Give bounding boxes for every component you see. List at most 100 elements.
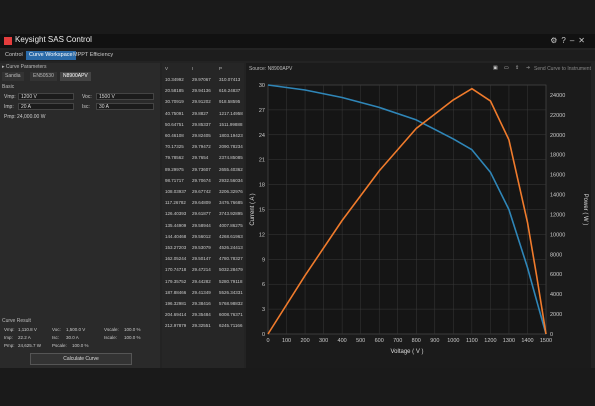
- calculate-curve-button[interactable]: Calculate Curve: [30, 353, 132, 365]
- table-cell[interactable]: 70.17325: [165, 144, 191, 149]
- table-cell[interactable]: 4268.61963: [219, 234, 243, 239]
- table-cell[interactable]: 2090.78234: [219, 144, 243, 149]
- table-cell[interactable]: 5032.28479: [219, 267, 243, 272]
- table-cell[interactable]: 212.97879: [165, 323, 191, 328]
- tab-curve-workspace[interactable]: Curve Workspace: [26, 51, 76, 60]
- table-cell[interactable]: 29.85337: [192, 122, 218, 127]
- result-voc-label: Voc:: [52, 327, 61, 332]
- isc-input[interactable]: 30 A: [96, 103, 154, 110]
- table-cell[interactable]: 4780.78327: [219, 256, 243, 261]
- table-cell[interactable]: 3476.76685: [219, 200, 243, 205]
- table-cell[interactable]: 29.61877: [192, 211, 218, 216]
- table-cell[interactable]: 2655.40362: [219, 167, 243, 172]
- table-cell[interactable]: 5526.34331: [219, 290, 243, 295]
- x-tick-label: 1000: [447, 338, 459, 344]
- table-cell[interactable]: 29.32551: [192, 323, 218, 328]
- title-icons: ⚙?–✕: [550, 36, 589, 45]
- curve-parameters-header[interactable]: ▸ Curve Parameters: [2, 64, 46, 70]
- table-cell[interactable]: 1803.19423: [219, 133, 243, 138]
- table-cell[interactable]: 50.64751: [165, 122, 191, 127]
- send-to-instrument-button[interactable]: Send Curve to Instrument: [534, 66, 591, 72]
- table-cell[interactable]: 89.29975: [165, 167, 191, 172]
- table-cell[interactable]: 2374.85085: [219, 155, 243, 160]
- table-cell[interactable]: 60.46108: [165, 133, 191, 138]
- folder-icon[interactable]: ▭: [504, 65, 509, 71]
- table-cell[interactable]: 6008.76371: [219, 312, 243, 317]
- tab-mppt-efficiency[interactable]: MPPT Efficiency: [70, 51, 116, 60]
- table-cell[interactable]: 204.69414: [165, 312, 191, 317]
- table-cell[interactable]: 79.78562: [165, 155, 191, 160]
- table-cell[interactable]: 29.35484: [192, 312, 218, 317]
- table-cell[interactable]: 108.03937: [165, 189, 191, 194]
- y-axis-label: Current ( A ): [250, 193, 256, 225]
- curve-parameters-panel: ▸ Curve Parameters Sandia EN50530 N8900A…: [0, 63, 160, 368]
- save-icon[interactable]: ▣: [493, 65, 498, 71]
- table-cell[interactable]: 5280.79118: [219, 279, 243, 284]
- table-cell[interactable]: 29.64809: [192, 200, 218, 205]
- table-cell[interactable]: 126.40393: [165, 211, 191, 216]
- table-cell[interactable]: 29.82405: [192, 133, 218, 138]
- table-cell[interactable]: 29.50147: [192, 256, 218, 261]
- table-cell[interactable]: 153.27203: [165, 245, 191, 250]
- table-cell[interactable]: 40.75091: [165, 111, 191, 116]
- vmp-input[interactable]: 1200 V: [18, 93, 74, 100]
- gear-icon[interactable]: ⚙: [550, 36, 561, 45]
- table-cell[interactable]: 29.79472: [192, 144, 218, 149]
- table-cell[interactable]: 29.73607: [192, 167, 218, 172]
- close-icon[interactable]: ✕: [578, 36, 589, 45]
- imp-label: Imp:: [4, 104, 14, 110]
- table-cell[interactable]: 29.58944: [192, 223, 218, 228]
- send-icon[interactable]: ➜: [526, 65, 530, 71]
- y-tick-label: 15: [259, 208, 265, 214]
- table-cell[interactable]: 29.38416: [192, 301, 218, 306]
- table-cell[interactable]: 117.26782: [165, 200, 191, 205]
- imp-input[interactable]: 20 A: [18, 103, 74, 110]
- subtab-en50530[interactable]: EN50530: [30, 72, 57, 81]
- tab-control[interactable]: Control: [2, 51, 26, 60]
- table-cell[interactable]: 3206.32976: [219, 189, 243, 194]
- table-cell[interactable]: 29.53079: [192, 245, 218, 250]
- table-cell[interactable]: 20.58185: [165, 88, 191, 93]
- table-cell[interactable]: 144.40468: [165, 234, 191, 239]
- table-cell[interactable]: 29.91202: [192, 99, 218, 104]
- subtab-sandia[interactable]: Sandia: [2, 72, 24, 81]
- table-cell[interactable]: 187.88466: [165, 290, 191, 295]
- table-cell[interactable]: 1511.99888: [219, 122, 243, 127]
- table-cell[interactable]: 29.94136: [192, 88, 218, 93]
- table-cell[interactable]: 3743.92895: [219, 211, 243, 216]
- table-cell[interactable]: 616.24837: [219, 88, 243, 93]
- subtab-n8900apv[interactable]: N8900APV: [60, 72, 91, 81]
- table-cell[interactable]: 29.41349: [192, 290, 218, 295]
- voc-input[interactable]: 1500 V: [96, 93, 154, 100]
- table-cell[interactable]: 135.44909: [165, 223, 191, 228]
- table-cell[interactable]: 10.34992: [165, 77, 191, 82]
- table-cell[interactable]: 29.7654: [192, 155, 218, 160]
- table-cell[interactable]: 30.70919: [165, 99, 191, 104]
- table-cell[interactable]: 29.67742: [192, 189, 218, 194]
- table-cell[interactable]: 29.70674: [192, 178, 218, 183]
- table-cell[interactable]: 29.44282: [192, 279, 218, 284]
- table-cell[interactable]: 918.58595: [219, 99, 243, 104]
- help-icon[interactable]: ?: [561, 36, 569, 45]
- table-cell[interactable]: 29.8827: [192, 111, 218, 116]
- table-cell[interactable]: 4526.24413: [219, 245, 243, 250]
- table-cell[interactable]: 2932.56034: [219, 178, 243, 183]
- table-cell[interactable]: 6245.71166: [219, 323, 243, 328]
- result-voc-value: 1,500.0 V: [66, 327, 86, 332]
- table-cell[interactable]: 29.47214: [192, 267, 218, 272]
- table-cell[interactable]: 179.35752: [165, 279, 191, 284]
- table-cell[interactable]: 98.71717: [165, 178, 191, 183]
- table-cell[interactable]: 1217.14958: [219, 111, 243, 116]
- table-cell[interactable]: 29.97067: [192, 77, 218, 82]
- table-cell[interactable]: 29.56012: [192, 234, 218, 239]
- table-cell[interactable]: 162.05244: [165, 256, 191, 261]
- export-icon[interactable]: ⇪: [515, 65, 519, 71]
- x-tick-label: 400: [338, 338, 347, 344]
- isc-label: Isc:: [82, 104, 90, 110]
- table-cell[interactable]: 196.32981: [165, 301, 191, 306]
- table-cell[interactable]: 4007.86275: [219, 223, 243, 228]
- table-cell[interactable]: 5768.98832: [219, 301, 243, 306]
- table-cell[interactable]: 170.74718: [165, 267, 191, 272]
- y-tick-label: 6: [262, 282, 265, 288]
- table-cell[interactable]: 310.07413: [219, 77, 243, 82]
